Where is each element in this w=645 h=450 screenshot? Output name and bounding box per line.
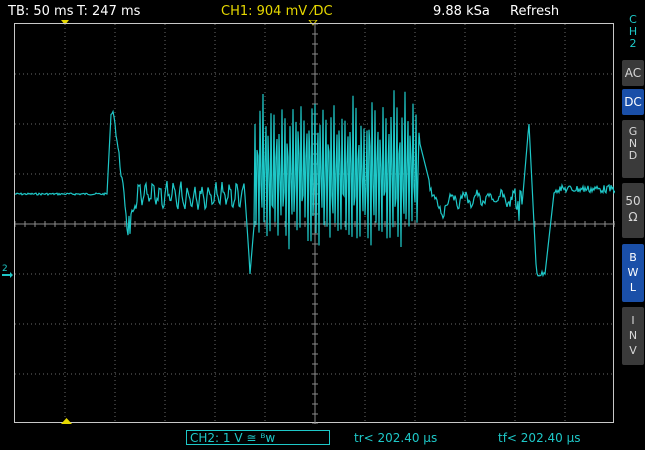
- coupling-dc-button[interactable]: DC: [622, 89, 644, 115]
- channel-menu-sidebar: C H 2 AC DC G N D 50 Ω B W L I N V: [621, 0, 645, 450]
- status-bar: TB: 50 ms T: 247 ms CH1: 904 mV ⁄DC 9.88…: [0, 0, 620, 22]
- ch2-ground-marker[interactable]: 2: [0, 264, 14, 279]
- timebase-readout[interactable]: TB: 50 ms: [8, 4, 73, 19]
- ch1-setting-readout[interactable]: CH1: 904 mV ⁄DC: [221, 4, 333, 19]
- ch2-setting-box[interactable]: CH2: 1 V ≅ ᴮw: [186, 430, 330, 445]
- channel-label-char: 2: [629, 37, 637, 50]
- waveform-display[interactable]: [14, 23, 615, 424]
- ch2-marker-arrow-icon: [2, 272, 13, 278]
- bottom-status-bar: CH2: 1 V ≅ ᴮw tr< 202.40 µs tf< 202.40 µ…: [0, 428, 620, 450]
- invert-button[interactable]: I N V: [622, 307, 644, 365]
- coupling-gnd-button[interactable]: G N D: [622, 120, 644, 178]
- sample-rate-readout: 9.88 kSa: [433, 4, 490, 19]
- impedance-50ohm-button[interactable]: 50 Ω: [622, 183, 644, 238]
- rise-time-readout: tr< 202.40 µs: [354, 431, 438, 445]
- trigger-time-readout[interactable]: T: 247 ms: [77, 4, 140, 19]
- acquisition-mode-readout[interactable]: Refresh: [510, 4, 559, 19]
- coupling-ac-button[interactable]: AC: [622, 60, 644, 86]
- waveform-canvas: [15, 24, 615, 424]
- trigger-position-marker-bottom: [61, 418, 72, 424]
- bandwidth-limit-button[interactable]: B W L: [622, 244, 644, 302]
- fall-time-readout: tf< 202.40 µs: [498, 431, 581, 445]
- channel-label: C H 2: [622, 14, 644, 50]
